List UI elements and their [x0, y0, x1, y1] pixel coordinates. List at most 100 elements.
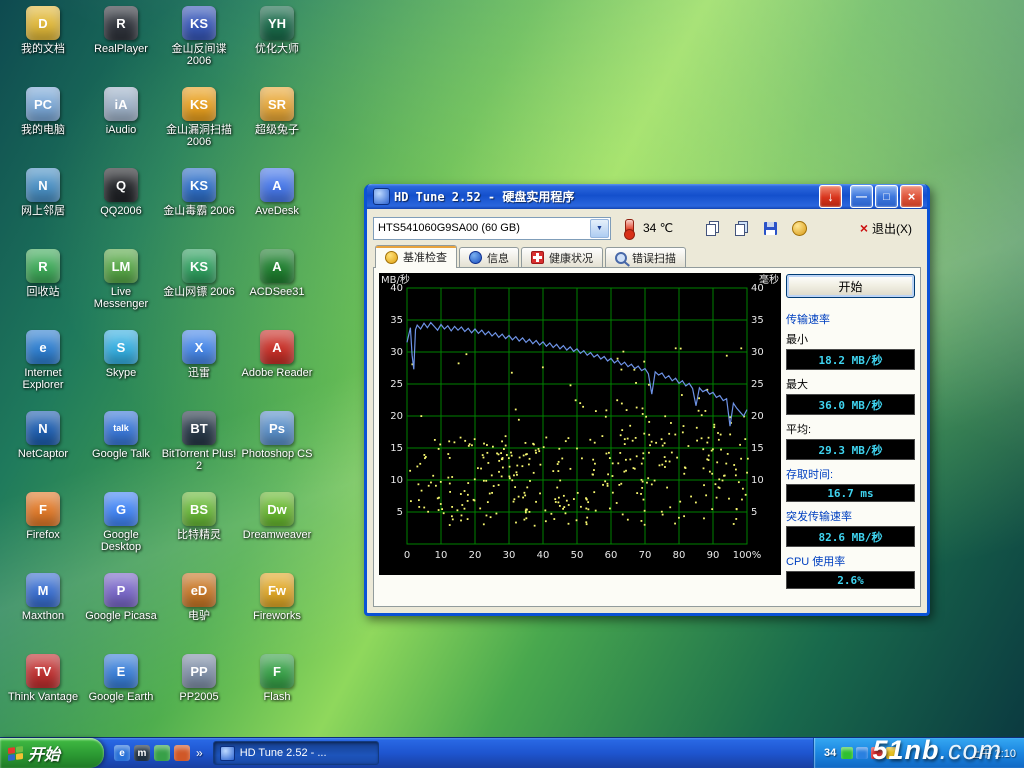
- desktop-icon-live-messenger[interactable]: LMLive Messenger: [82, 245, 160, 326]
- save-button[interactable]: [757, 216, 783, 240]
- desktop-icon-label: 网上邻居: [21, 205, 65, 217]
- desktop-icon-avedesk[interactable]: AAveDesk: [238, 164, 316, 245]
- quick-launch-bar: em »: [104, 738, 211, 768]
- window-title: HD Tune 2.52 - 硬盘实用程序: [394, 188, 819, 205]
- desktop-icon-kingsoft-netguard[interactable]: KS金山网镖 2006: [160, 245, 238, 326]
- skype-icon: S: [104, 330, 138, 364]
- chevron-down-icon[interactable]: ▼: [590, 219, 609, 238]
- drive-select[interactable]: HTS541060G9SA00 (60 GB) ▼: [373, 217, 611, 240]
- think-vantage-icon: TV: [26, 654, 60, 688]
- quick-launch-4-icon[interactable]: [174, 745, 190, 761]
- desktop-icon-google-talk[interactable]: talkGoogle Talk: [82, 407, 160, 488]
- tab-benchmark[interactable]: 基准检查: [375, 245, 457, 268]
- desktop-icon-label: 金山毒霸 2006: [163, 205, 235, 217]
- burst-rate-label: 突发传输速率: [786, 508, 915, 524]
- desktop-icon-google-picasa[interactable]: PGoogle Picasa: [82, 569, 160, 650]
- tray-icon-4[interactable]: [886, 747, 898, 759]
- desktop-icon-kingsoft-duba[interactable]: KS金山毒霸 2006: [160, 164, 238, 245]
- recycle-bin-icon: R: [26, 249, 60, 283]
- tab-label: 健康状况: [549, 250, 593, 266]
- desktop-icon-fireworks[interactable]: FwFireworks: [238, 569, 316, 650]
- network-places-icon: N: [26, 168, 60, 202]
- svg-text:30: 30: [390, 347, 403, 358]
- desktop-icon-thunder[interactable]: X 迅雷: [160, 326, 238, 407]
- minimize-button[interactable]: —: [850, 185, 873, 208]
- desktop-icon-super-rabbit[interactable]: SR超级兔子: [238, 83, 316, 164]
- iaudio-icon: iA: [104, 87, 138, 121]
- desktop-icon-label: Photoshop CS: [242, 448, 313, 460]
- close-button[interactable]: ×: [900, 185, 923, 208]
- quick-launch-1-icon[interactable]: e: [114, 745, 130, 761]
- tab-health[interactable]: 健康状况: [521, 247, 603, 267]
- desktop-icon-adobe-reader[interactable]: AAdobe Reader: [238, 326, 316, 407]
- adobe-reader-icon: A: [260, 330, 294, 364]
- tray-icon-3[interactable]: [871, 747, 883, 759]
- svg-text:90: 90: [707, 550, 720, 561]
- desktop-icon-kingsoft-antispy[interactable]: KS金山反间谍 2006: [160, 2, 238, 83]
- thunder-icon: X: [182, 330, 216, 364]
- quick-launch-overflow-chevron[interactable]: »: [196, 746, 203, 760]
- desktop-icon-label: Google Picasa: [85, 610, 157, 622]
- scan-icon: [615, 252, 627, 264]
- desktop-icon-my-documents[interactable]: D我的文档: [4, 2, 82, 83]
- internet-explorer-icon: e: [26, 330, 60, 364]
- hdtune-window: HD Tune 2.52 - 硬盘实用程序 ↓ — □ × HTS541060G…: [364, 184, 930, 616]
- desktop-icon-firefox[interactable]: FFirefox: [4, 488, 82, 569]
- tray-icon-2[interactable]: [856, 747, 868, 759]
- desktop-icon-internet-explorer[interactable]: eInternet Explorer: [4, 326, 82, 407]
- quick-launch-3-icon[interactable]: [154, 745, 170, 761]
- desktop-icon-think-vantage[interactable]: TVThink Vantage: [4, 650, 82, 731]
- tray-icon-1[interactable]: [841, 747, 853, 759]
- tab-error-scan[interactable]: 错误扫描: [605, 247, 686, 267]
- desktop-icon-maxthon[interactable]: MMaxthon: [4, 569, 82, 650]
- desktop-icon-netcaptor[interactable]: NNetCaptor: [4, 407, 82, 488]
- desktop-icon-recycle-bin[interactable]: R回收站: [4, 245, 82, 326]
- window-titlebar[interactable]: HD Tune 2.52 - 硬盘实用程序 ↓ — □ ×: [367, 184, 927, 209]
- desktop-icon-realplayer[interactable]: RRealPlayer: [82, 2, 160, 83]
- svg-text:50: 50: [571, 550, 584, 561]
- desktop-icon-qq2006[interactable]: QQQ2006: [82, 164, 160, 245]
- desktop-icon-label: iAudio: [106, 124, 137, 136]
- desktop-icon-acdsee[interactable]: A ACDSee31: [238, 245, 316, 326]
- min-transfer-value: 18.2 MB/秒: [786, 349, 915, 370]
- download-arrow-button[interactable]: ↓: [819, 185, 842, 208]
- desktop-icon-network-places[interactable]: N 网上邻居: [4, 164, 82, 245]
- svg-text:10: 10: [751, 475, 764, 486]
- maximize-button[interactable]: □: [875, 185, 898, 208]
- options-button[interactable]: [786, 216, 812, 240]
- tray-clock[interactable]: 上午 2:10: [970, 745, 1016, 761]
- my-documents-icon: D: [26, 6, 60, 40]
- desktop-icon-google-earth[interactable]: EGoogle Earth: [82, 650, 160, 731]
- acdsee-icon: A: [260, 249, 294, 283]
- desktop-icon-pp2005[interactable]: PPPP2005: [160, 650, 238, 731]
- copy-text-button[interactable]: [699, 216, 725, 240]
- desktop-icon-label: 超级兔子: [255, 124, 299, 136]
- desktop-icon-flash[interactable]: FFlash: [238, 650, 316, 731]
- desktop-icon-label: Google Desktop: [83, 529, 159, 553]
- copy-image-icon: [734, 221, 749, 236]
- copy-image-button[interactable]: [728, 216, 754, 240]
- desktop-icon-bitspirit[interactable]: BS比特精灵: [160, 488, 238, 569]
- benchmark-graph: 4040353530302525202015151010550102030405…: [379, 273, 781, 575]
- tab-info[interactable]: 信息: [459, 247, 519, 267]
- desktop-icon-bittorrent-plus[interactable]: BTBitTorrent Plus! 2: [160, 407, 238, 488]
- desktop-icon-dreamweaver[interactable]: DwDreamweaver: [238, 488, 316, 569]
- desktop-icon-google-desktop[interactable]: GGoogle Desktop: [82, 488, 160, 569]
- desktop-icon-iaudio[interactable]: iA iAudio: [82, 83, 160, 164]
- desktop-icon-kingsoft-scan[interactable]: KS金山漏洞扫描 2006: [160, 83, 238, 164]
- desktop-icon-label: RealPlayer: [94, 43, 148, 55]
- exit-button[interactable]: × 退出(X): [851, 217, 921, 239]
- quick-launch-2-icon[interactable]: m: [134, 745, 150, 761]
- svg-text:25: 25: [390, 379, 403, 390]
- desktop-icon-my-computer[interactable]: PC我的电脑: [4, 83, 82, 164]
- desktop-icon-label: ACDSee31: [249, 286, 304, 298]
- start-button[interactable]: 开始: [786, 274, 915, 298]
- desktop-icon-photoshop[interactable]: PsPhotoshop CS: [238, 407, 316, 488]
- desktop-icon-youhua-dashi[interactable]: YH优化大师: [238, 2, 316, 83]
- desktop-icon-label: QQ2006: [100, 205, 142, 217]
- desktop-icon-skype[interactable]: SSkype: [82, 326, 160, 407]
- desktop-icon-label: 迅雷: [188, 367, 210, 379]
- start-button-taskbar[interactable]: 开始: [0, 738, 104, 768]
- desktop-icon-edonkey[interactable]: eD电驴: [160, 569, 238, 650]
- taskbar-button-hdtune[interactable]: HD Tune 2.52 - ...: [213, 741, 379, 765]
